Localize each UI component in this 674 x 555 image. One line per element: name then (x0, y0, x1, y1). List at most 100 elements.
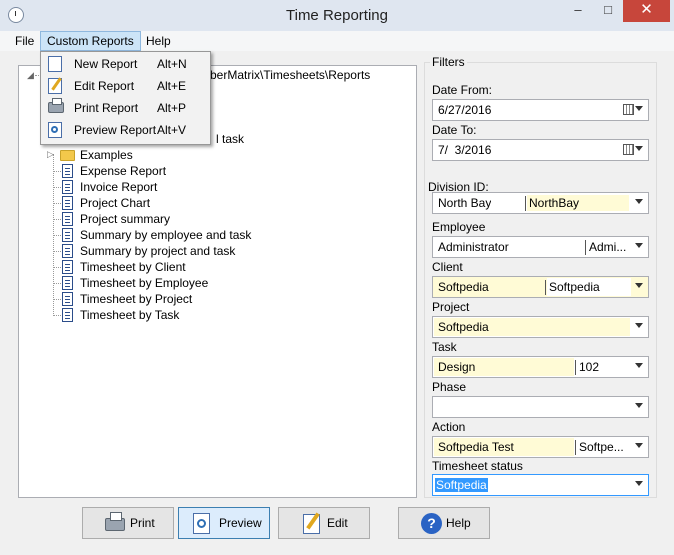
menu-item-shortcut: Alt+E (157, 79, 187, 93)
tree-connector (53, 315, 61, 316)
help-button[interactable]: ? Help (398, 507, 490, 539)
tree-item[interactable]: Timesheet by Task (80, 307, 179, 323)
chevron-down-icon[interactable] (635, 403, 643, 408)
minimize-button[interactable]: – (564, 0, 592, 22)
project-combo[interactable]: Softpedia (432, 316, 649, 338)
timesheet-status-combo[interactable]: Softpedia (432, 474, 649, 496)
employee-code: Admi... (589, 240, 627, 254)
tree-item[interactable]: Timesheet by Employee (80, 275, 208, 291)
edit-button[interactable]: Edit (278, 507, 370, 539)
report-doc-icon (62, 228, 73, 242)
chevron-down-icon[interactable] (635, 481, 643, 486)
chevron-down-icon[interactable] (635, 199, 643, 204)
menu-item-print-report[interactable]: Print Report Alt+P (41, 97, 210, 119)
column-separator (545, 280, 546, 295)
employee-label: Employee (432, 220, 486, 234)
project-name: Softpedia (438, 320, 489, 334)
task-code: 102 (579, 360, 600, 374)
tree-item-partial[interactable]: l task (216, 131, 244, 147)
division-name: North Bay (438, 196, 492, 210)
client-name: Softpedia (438, 280, 489, 294)
new-doc-icon (48, 56, 62, 72)
preview-icon (48, 122, 62, 138)
close-button[interactable]: ✕ (623, 0, 670, 22)
menu-item-preview-report[interactable]: Preview Report Alt+V (41, 119, 210, 141)
menu-item-shortcut: Alt+N (157, 57, 187, 71)
folder-icon (60, 150, 75, 161)
report-doc-icon (62, 308, 73, 322)
chevron-down-icon[interactable] (635, 323, 643, 328)
tree-connector (53, 219, 61, 220)
menu-item-new-report[interactable]: New Report Alt+N (41, 53, 210, 75)
collapse-triangle-icon[interactable]: ◢ (27, 70, 34, 81)
client-label: Client (432, 260, 463, 274)
expand-triangle-icon[interactable]: ▷ (47, 149, 54, 160)
chevron-down-icon[interactable] (635, 106, 643, 111)
chevron-down-icon[interactable] (635, 443, 643, 448)
calendar-icon[interactable] (623, 104, 634, 115)
tree-item[interactable]: Timesheet by Project (80, 291, 192, 307)
filters-title: Filters (430, 55, 467, 69)
tree-item[interactable]: Summary by project and task (80, 243, 235, 259)
column-separator (575, 360, 576, 375)
tree-item[interactable]: Summary by employee and task (80, 227, 251, 243)
date-to-label: Date To: (432, 123, 477, 137)
timesheet-status-label: Timesheet status (432, 459, 523, 473)
date-to-value: 7/ 3/2016 (438, 143, 492, 157)
column-separator (585, 240, 586, 255)
print-button-label: Print (130, 516, 155, 530)
printer-icon (105, 512, 125, 531)
date-to-picker[interactable]: 7/ 3/2016 (432, 139, 649, 161)
chevron-down-icon[interactable] (635, 146, 643, 151)
menu-help[interactable]: Help (140, 31, 177, 51)
employee-name: Administrator (438, 240, 509, 254)
date-from-value: 6/27/2016 (438, 103, 492, 117)
tree-root-label[interactable]: yberMatrix\Timesheets\Reports (204, 67, 370, 83)
tree-folder-examples[interactable]: Examples (80, 147, 133, 163)
client-code: Softpedia (549, 280, 600, 294)
calendar-icon[interactable] (623, 144, 634, 155)
employee-combo[interactable]: Administrator Admi... (432, 236, 649, 258)
task-name: Design (438, 360, 476, 374)
chevron-down-icon[interactable] (635, 363, 643, 368)
menu-item-label: New Report (74, 57, 138, 71)
tree-connector (53, 283, 61, 284)
preview-button[interactable]: Preview (178, 507, 270, 539)
date-from-picker[interactable]: 6/27/2016 (432, 99, 649, 121)
tree-item[interactable]: Invoice Report (80, 179, 157, 195)
tree-item[interactable]: Project summary (80, 211, 170, 227)
phase-label: Phase (432, 380, 467, 394)
report-doc-icon (62, 212, 73, 226)
edit-doc-icon (48, 77, 62, 94)
tree-item[interactable]: Project Chart (80, 195, 150, 211)
tree-item[interactable]: Expense Report (80, 163, 166, 179)
menu-custom-reports[interactable]: Custom Reports (40, 31, 141, 51)
menu-file[interactable]: File (9, 31, 40, 51)
report-doc-icon (62, 276, 73, 290)
tree-connector (53, 187, 61, 188)
report-doc-icon (62, 196, 73, 210)
chevron-down-icon[interactable] (635, 283, 643, 288)
tree-connector (53, 251, 61, 252)
menu-item-edit-report[interactable]: Edit Report Alt+E (41, 75, 210, 97)
date-from-label: Date From: (432, 83, 493, 97)
help-icon: ? (421, 513, 442, 534)
action-combo[interactable]: Softpedia Test Softpe... (432, 436, 649, 458)
report-doc-icon (62, 260, 73, 274)
tree-connector (53, 299, 61, 300)
maximize-button[interactable]: □ (594, 0, 622, 22)
client-combo[interactable]: Softpedia Softpedia (432, 276, 649, 298)
task-combo[interactable]: Design 102 (432, 356, 649, 378)
chevron-down-icon[interactable] (635, 243, 643, 248)
tree-item[interactable]: Timesheet by Client (80, 259, 186, 275)
phase-combo[interactable] (432, 396, 649, 418)
menu-item-label: Print Report (74, 101, 139, 115)
tree-connector (53, 171, 61, 172)
division-combo[interactable]: North Bay NorthBay (432, 192, 649, 214)
edit-doc-icon (303, 512, 320, 534)
task-label: Task (432, 340, 457, 354)
column-separator (525, 196, 526, 211)
tree-connector (53, 267, 61, 268)
print-button[interactable]: Print (82, 507, 174, 539)
menu-item-label: Preview Report (74, 123, 157, 137)
